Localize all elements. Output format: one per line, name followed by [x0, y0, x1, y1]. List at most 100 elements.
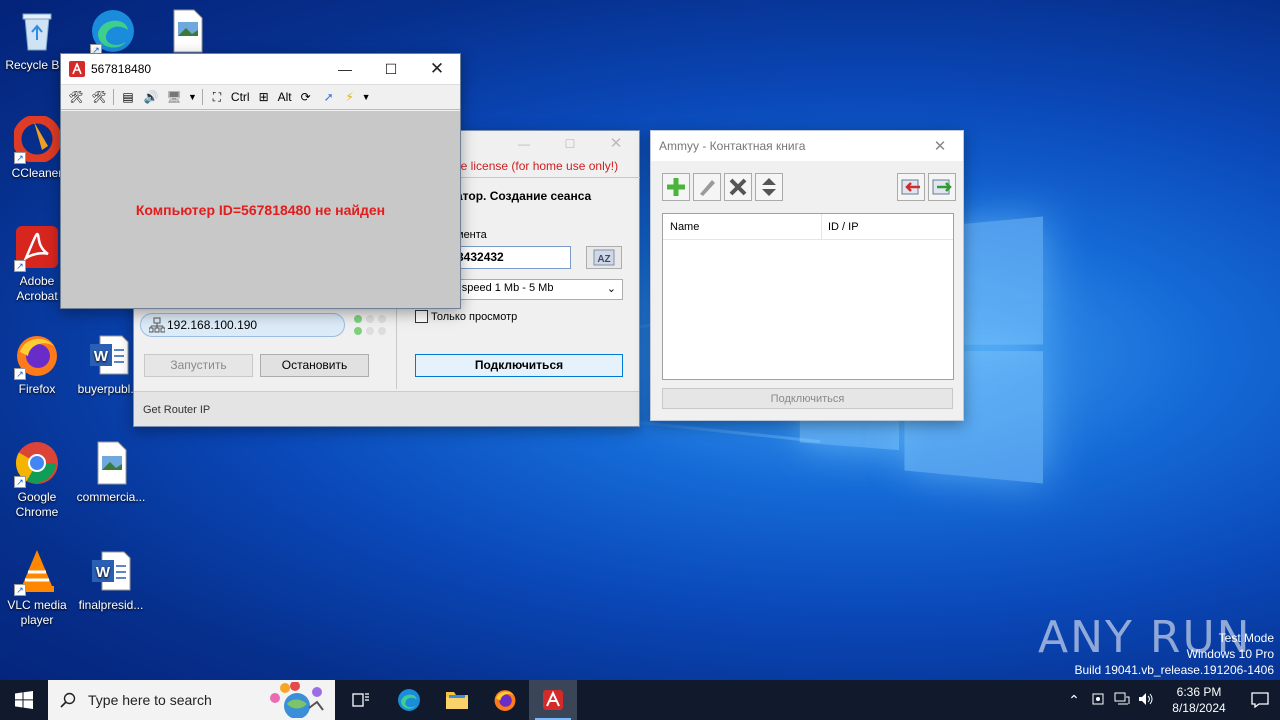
task-view-button[interactable]: [337, 680, 385, 720]
fullscreen-icon[interactable]: ⛶: [208, 90, 226, 105]
lightning-icon[interactable]: ⚡: [343, 90, 357, 104]
build-text: Build 19041.vb_release.191206-1406: [1074, 663, 1275, 677]
icon-label: Firefox: [18, 382, 56, 396]
view-only-option[interactable]: Только просмотр: [415, 310, 517, 323]
minimize-button[interactable]: —: [501, 131, 547, 157]
ammyy-app-icon: [69, 61, 85, 77]
taskbar-ammyy[interactable]: [529, 680, 577, 720]
settings-tools-icon[interactable]: 🛠: [67, 90, 85, 104]
audio-icon[interactable]: 🔊: [142, 90, 160, 104]
contact-toolbar: [662, 173, 956, 201]
file-manager-icon[interactable]: ▤: [119, 90, 137, 104]
contact-book-button[interactable]: AZ: [586, 246, 622, 269]
edge-icon: ↗: [90, 8, 136, 56]
client-id-input[interactable]: 3432432: [450, 246, 571, 269]
task-view-icon: [352, 693, 369, 707]
acrobat-icon: ↗: [14, 224, 60, 272]
edition-text: Windows 10 Pro: [1186, 647, 1274, 661]
toolbar-separator: [113, 89, 114, 105]
desktop-icon-finalpresid[interactable]: W finalpresid...: [74, 548, 148, 613]
connect-button[interactable]: Подключиться: [415, 354, 623, 377]
image-file-icon: [88, 440, 134, 486]
plus-icon: [667, 178, 685, 196]
icon-label: commercia...: [76, 490, 146, 504]
maximize-button[interactable]: ☐: [368, 54, 414, 84]
edit-contact-button[interactable]: [693, 173, 721, 201]
search-placeholder: Type here to search: [88, 692, 212, 708]
alt-key-button[interactable]: Alt: [278, 90, 292, 104]
view-only-checkbox[interactable]: [415, 310, 428, 323]
column-header-name[interactable]: Name: [663, 214, 822, 239]
column-header-id[interactable]: ID / IP: [822, 214, 953, 239]
contact-list-header: Name ID / IP: [663, 214, 953, 240]
window-title: 567818480: [91, 62, 152, 76]
speed-select[interactable]: - speed 1 Mb - 5 Mb ⌄: [450, 279, 623, 300]
search-icon: [60, 692, 76, 708]
up-down-arrows-icon: [762, 178, 776, 196]
taskbar-file-explorer[interactable]: [433, 680, 481, 720]
search-highlight-icon: [261, 681, 331, 720]
add-contact-button[interactable]: [662, 173, 690, 201]
speed-tools-icon[interactable]: 🛠: [90, 90, 108, 104]
chevron-down-icon[interactable]: ▼: [362, 92, 371, 102]
start-button[interactable]: Запустить: [144, 354, 253, 377]
contact-book-window[interactable]: Ammyy - Контактная книга ✕ Name ID / IP …: [650, 130, 964, 421]
ammyy-app-icon: [543, 690, 563, 710]
windows-key-icon[interactable]: ⊞: [255, 90, 273, 104]
view-only-label: Только просмотр: [431, 310, 518, 323]
recycle-bin-icon: [14, 8, 60, 54]
network-icon[interactable]: [1110, 692, 1134, 709]
delete-contact-button[interactable]: [724, 173, 752, 201]
ccleaner-icon: ↗: [12, 114, 62, 164]
chevron-down-icon[interactable]: ▼: [188, 92, 197, 102]
network-icon: [148, 317, 166, 336]
remote-session-window[interactable]: 567818480 — ☐ ✕ 🛠 🛠 ▤ 🔊 🖥 ▼ ⛶ Ctrl ⊞ Alt…: [60, 53, 461, 309]
desktop-icon-edge[interactable]: ↗: [76, 8, 150, 58]
pointer-icon[interactable]: ➚: [320, 90, 338, 104]
shortcut-arrow-icon: ↗: [14, 584, 26, 596]
refresh-icon[interactable]: ⟳: [297, 90, 315, 104]
start-button[interactable]: [0, 680, 48, 720]
svg-text:W: W: [96, 564, 111, 581]
volume-icon[interactable]: [1134, 692, 1158, 709]
icon-label: buyerpubl...: [77, 382, 141, 396]
word-doc-icon: W: [88, 548, 134, 594]
desktop-icon-chrome[interactable]: ↗ Google Chrome: [0, 440, 74, 520]
stop-button[interactable]: Остановить: [260, 354, 369, 377]
firefox-icon: [494, 690, 516, 711]
close-button[interactable]: ✕: [414, 54, 460, 84]
taskbar-edge[interactable]: [385, 680, 433, 720]
contact-list[interactable]: Name ID / IP: [662, 213, 954, 380]
window-title: Ammyy - Контактная книга: [659, 139, 806, 153]
close-button[interactable]: ✕: [917, 131, 963, 161]
taskbar-firefox[interactable]: [481, 680, 529, 720]
close-button[interactable]: ✕: [593, 131, 639, 157]
desktop-icon-vlc[interactable]: ↗ VLC media player: [0, 548, 74, 628]
chevron-down-icon: ⌄: [606, 283, 616, 295]
ctrl-key-button[interactable]: Ctrl: [231, 90, 250, 104]
desktop-icon-commercia[interactable]: commercia...: [74, 440, 148, 505]
sort-button[interactable]: [755, 173, 783, 201]
desktop-icon-image-file[interactable]: [150, 8, 224, 58]
minimize-button[interactable]: —: [322, 54, 368, 84]
clock[interactable]: 6:36 PM 8/18/2024: [1158, 684, 1240, 716]
edge-icon: [398, 689, 420, 711]
chevron-up-icon[interactable]: ⌃: [1062, 692, 1086, 709]
display-icon[interactable]: 🖥: [165, 90, 183, 104]
test-mode-text: Test Mode: [1218, 631, 1274, 645]
delete-x-icon: [729, 178, 747, 196]
desktop-icon-firefox[interactable]: ↗ Firefox: [0, 332, 74, 397]
notification-center-icon[interactable]: [1240, 692, 1280, 708]
search-box[interactable]: Type here to search: [48, 680, 335, 720]
contact-connect-button[interactable]: Подключиться: [662, 388, 953, 409]
svg-text:W: W: [94, 348, 109, 365]
maximize-button[interactable]: ☐: [547, 131, 593, 157]
export-button[interactable]: [928, 173, 956, 201]
status-lights: [353, 313, 389, 337]
import-button[interactable]: [897, 173, 925, 201]
icon-label: CCleaner: [11, 166, 63, 180]
pencil-icon: [700, 180, 715, 196]
remote-screen-area[interactable]: Компьютер ID=567818480 не найден: [61, 111, 460, 308]
security-icon[interactable]: [1086, 692, 1110, 709]
taskbar: Type here to search ⌃ 6:36 PM 8/18/2024: [0, 680, 1280, 720]
